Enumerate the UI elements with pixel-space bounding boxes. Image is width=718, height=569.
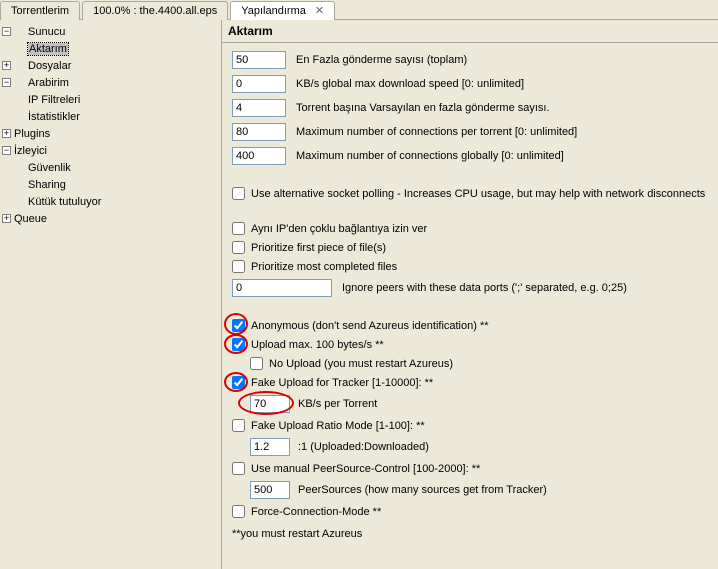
prio-first-checkbox[interactable] xyxy=(232,241,245,254)
manual-peer-value-input[interactable] xyxy=(250,481,290,499)
manual-peer-value-label: PeerSources (how many sources get from T… xyxy=(298,484,547,496)
force-conn-checkbox[interactable] xyxy=(232,505,245,518)
sidebar-item-kutuk[interactable]: Kütük tutuluyor xyxy=(28,196,101,208)
fake-upload-value-label: KB/s per Torrent xyxy=(298,398,377,410)
anonymous-checkbox[interactable] xyxy=(232,319,245,332)
anonymous-label: Anonymous (don't send Azureus identifica… xyxy=(251,320,489,332)
same-ip-checkbox[interactable] xyxy=(232,222,245,235)
max-conn-global-label: Maximum number of connections globally [… xyxy=(296,150,564,162)
form: En Fazla gönderme sayısı (toplam) KB/s g… xyxy=(222,43,718,548)
tab-torrents[interactable]: Torrentlerim xyxy=(0,1,80,20)
section-title: Aktarım xyxy=(222,20,718,43)
fake-upload-value-input[interactable] xyxy=(250,395,290,413)
tab-config[interactable]: Yapılandırma ✕ xyxy=(230,1,335,20)
prio-most-label: Prioritize most completed files xyxy=(251,261,397,273)
ignore-ports-label: Ignore peers with these data ports (';' … xyxy=(342,282,627,294)
sidebar-item-sharing[interactable]: Sharing xyxy=(28,179,66,191)
sidebar-item-ipfilter[interactable]: IP Filtreleri xyxy=(28,94,80,106)
max-down-input[interactable] xyxy=(232,75,286,93)
fake-upload-checkbox[interactable] xyxy=(232,376,245,389)
max-conn-global-input[interactable] xyxy=(232,147,286,165)
expand-icon[interactable]: + xyxy=(2,129,11,138)
prio-most-checkbox[interactable] xyxy=(232,260,245,273)
no-upload-checkbox[interactable] xyxy=(250,357,263,370)
expand-icon[interactable]: + xyxy=(2,61,11,70)
collapse-icon[interactable]: − xyxy=(2,146,11,155)
ignore-ports-input[interactable] xyxy=(232,279,332,297)
sidebar-item-guvenlik[interactable]: Güvenlik xyxy=(28,162,71,174)
upload-max-checkbox[interactable] xyxy=(232,338,245,351)
manual-peer-label: Use manual PeerSource-Control [100-2000]… xyxy=(251,463,480,475)
default-up-label: Torrent başına Varsayılan en fazla gönde… xyxy=(296,102,550,114)
max-up-slots-input[interactable] xyxy=(232,51,286,69)
expand-icon[interactable]: + xyxy=(2,214,11,223)
sidebar-item-sunucu[interactable]: Sunucu xyxy=(28,26,65,38)
max-conn-torrent-input[interactable] xyxy=(232,123,286,141)
sidebar: − Sunucu Aktarım + Dosyalar − Arabirim IP F… xyxy=(0,20,222,569)
default-up-input[interactable] xyxy=(232,99,286,117)
max-up-slots-label: En Fazla gönderme sayısı (toplam) xyxy=(296,54,467,66)
sidebar-item-queue[interactable]: Queue xyxy=(14,213,47,225)
close-icon[interactable]: ✕ xyxy=(315,5,324,17)
alt-socket-label: Use alternative socket polling - Increas… xyxy=(251,188,705,200)
force-conn-label: Force-Connection-Mode ** xyxy=(251,506,381,518)
fake-ratio-value-label: :1 (Uploaded:Downloaded) xyxy=(298,441,429,453)
sidebar-item-stats[interactable]: İstatistikler xyxy=(28,111,80,123)
collapse-icon[interactable]: − xyxy=(2,27,11,36)
max-down-label: KB/s global max download speed [0: unlim… xyxy=(296,78,524,90)
tab-config-label: Yapılandırma xyxy=(241,5,306,17)
restart-note: **you must restart Azureus xyxy=(232,528,708,540)
tab-bar: Torrentlerim 100.0% : the.4400.all.eps Y… xyxy=(0,0,718,20)
upload-max-label: Upload max. 100 bytes/s ** xyxy=(251,339,384,351)
same-ip-label: Aynı IP'den çoklu bağlantıya izin ver xyxy=(251,223,427,235)
fake-upload-label: Fake Upload for Tracker [1-10000]: ** xyxy=(251,377,433,389)
alt-socket-checkbox[interactable] xyxy=(232,187,245,200)
sidebar-item-plugins[interactable]: Plugins xyxy=(14,128,50,140)
manual-peer-checkbox[interactable] xyxy=(232,462,245,475)
fake-ratio-value-input[interactable] xyxy=(250,438,290,456)
sidebar-item-dosyalar[interactable]: Dosyalar xyxy=(28,60,71,72)
max-conn-torrent-label: Maximum number of connections per torren… xyxy=(296,126,577,138)
fake-ratio-label: Fake Upload Ratio Mode [1-100]: ** xyxy=(251,420,425,432)
prio-first-label: Prioritize first piece of file(s) xyxy=(251,242,386,254)
no-upload-label: No Upload (you must restart Azureus) xyxy=(269,358,453,370)
sidebar-item-arabirim[interactable]: Arabirim xyxy=(28,77,69,89)
sidebar-item-izleyici[interactable]: İzleyici xyxy=(14,145,47,157)
tab-file[interactable]: 100.0% : the.4400.all.eps xyxy=(82,1,228,20)
fake-ratio-checkbox[interactable] xyxy=(232,419,245,432)
collapse-icon[interactable]: − xyxy=(2,78,11,87)
sidebar-item-aktarim[interactable]: Aktarım xyxy=(28,43,68,55)
